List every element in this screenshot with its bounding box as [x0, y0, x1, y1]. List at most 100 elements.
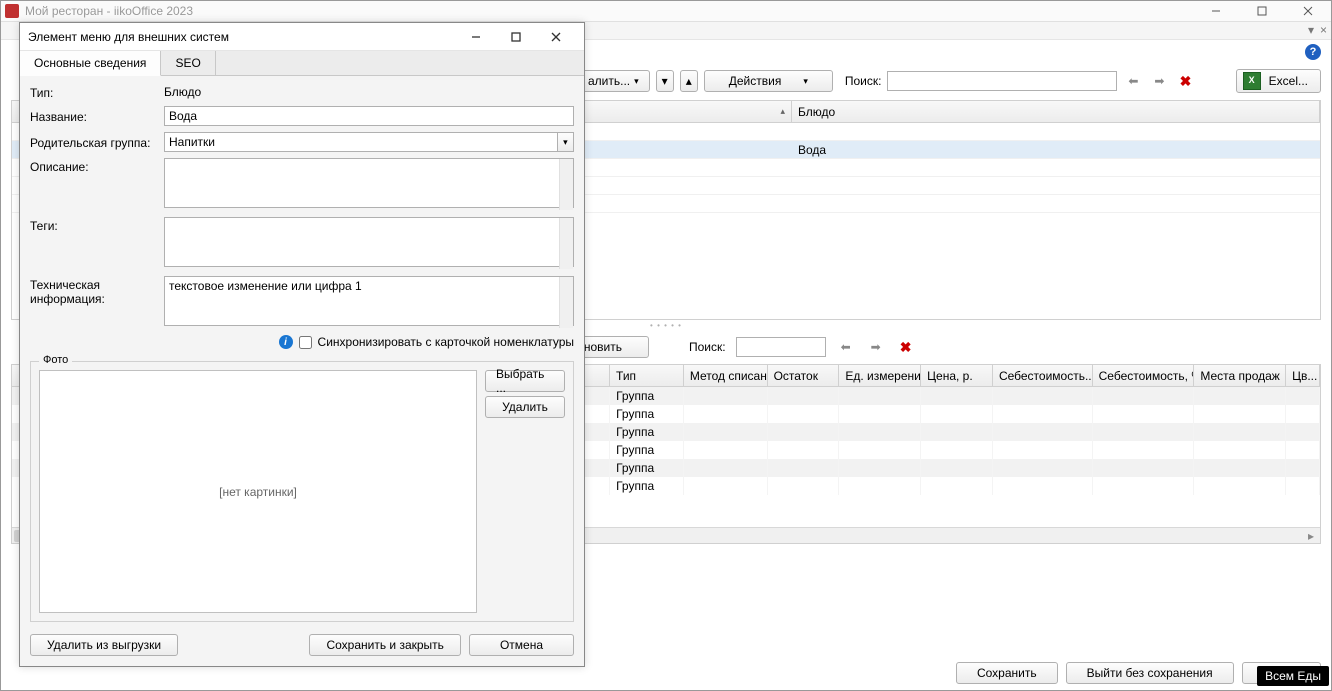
cell — [1286, 387, 1320, 405]
lower-search-input[interactable] — [736, 337, 826, 357]
photo-preview: [нет картинки] — [39, 370, 477, 613]
parent-group-combo[interactable]: ▾ — [164, 132, 574, 152]
parent-group-input[interactable] — [164, 132, 557, 152]
exit-without-saving-button[interactable]: Выйти без сохранения — [1066, 662, 1234, 684]
up-button[interactable]: ▾ — [656, 70, 674, 92]
cell — [993, 387, 1093, 405]
search-next-icon[interactable]: ➡ — [1149, 71, 1169, 91]
down-button[interactable]: ▴ — [680, 70, 698, 92]
actions-button[interactable]: Действия▾ — [704, 70, 833, 92]
cell — [921, 477, 993, 495]
cell — [1194, 477, 1286, 495]
lower-col-header[interactable]: Цена, р. — [921, 365, 993, 386]
chevron-down-icon[interactable]: ▾ — [557, 132, 574, 152]
cell — [993, 477, 1093, 495]
cell — [684, 441, 768, 459]
lower-col-header[interactable]: Остаток — [768, 365, 840, 386]
delete-photo-button[interactable]: Удалить — [485, 396, 565, 418]
search-prev-icon[interactable]: ⬅ — [1123, 71, 1143, 91]
photo-fieldset: Фото [нет картинки] Выбрать ... Удалить — [30, 361, 574, 622]
main-maximize-button[interactable] — [1239, 1, 1285, 21]
tech-info-textarea[interactable] — [164, 276, 574, 326]
modal-maximize-button[interactable] — [496, 24, 536, 50]
lower-col-header[interactable]: Тип — [610, 365, 684, 386]
tags-label: Теги: — [30, 217, 164, 233]
cell — [839, 459, 921, 477]
lower-col-header[interactable]: Метод списания — [684, 365, 768, 386]
modal-minimize-button[interactable] — [456, 24, 496, 50]
description-textarea[interactable] — [164, 158, 574, 208]
cell-type: Группа — [610, 477, 684, 495]
cell-blyudo: Вода — [792, 143, 1320, 157]
cell — [768, 441, 840, 459]
cell-type: Группа — [610, 459, 684, 477]
main-minimize-button[interactable] — [1193, 1, 1239, 21]
remove-from-export-button[interactable]: Удалить из выгрузки — [30, 634, 178, 656]
cell — [921, 441, 993, 459]
cell — [684, 423, 768, 441]
cell — [1194, 387, 1286, 405]
panel-caret-icon[interactable]: ▾ — [1308, 23, 1314, 37]
type-label: Тип: — [30, 84, 164, 100]
name-label: Название: — [30, 108, 164, 124]
textarea-scrollbar[interactable] — [559, 159, 573, 210]
lower-search-prev-icon[interactable]: ⬅ — [836, 337, 856, 357]
lower-search-clear-icon[interactable]: ✖ — [896, 337, 916, 357]
cell — [839, 405, 921, 423]
tech-info-label: Техническая информация: — [30, 276, 164, 306]
tags-textarea[interactable] — [164, 217, 574, 267]
lower-col-header[interactable]: Цв... — [1286, 365, 1320, 386]
lower-search-next-icon[interactable]: ➡ — [866, 337, 886, 357]
lower-col-header[interactable]: Себестоимость, % — [1093, 365, 1195, 386]
lower-col-header[interactable]: Ед. измерения — [839, 365, 921, 386]
search-clear-icon[interactable]: ✖ — [1175, 71, 1195, 91]
cell — [768, 405, 840, 423]
modal-body: Тип: Блюдо Название: Родительская группа… — [20, 76, 584, 357]
cell — [993, 423, 1093, 441]
cell-type: Группа — [610, 405, 684, 423]
name-input[interactable] — [164, 106, 574, 126]
excel-button[interactable]: Excel... — [1236, 69, 1321, 93]
panel-close-icon[interactable]: × — [1320, 23, 1327, 37]
modal-titlebar: Элемент меню для внешних систем — [20, 23, 584, 51]
cell — [1093, 387, 1195, 405]
info-icon[interactable]: i — [279, 335, 293, 349]
cell — [1093, 441, 1195, 459]
modal-close-button[interactable] — [536, 24, 576, 50]
help-icon[interactable]: ? — [1305, 44, 1321, 60]
cell — [993, 459, 1093, 477]
cell — [684, 405, 768, 423]
cell — [1093, 459, 1195, 477]
tab-main[interactable]: Основные сведения — [20, 51, 161, 76]
cell — [993, 441, 1093, 459]
cell — [1286, 423, 1320, 441]
cell — [1286, 405, 1320, 423]
upper-col-blyudo[interactable]: Блюдо — [792, 101, 1320, 122]
cell — [684, 459, 768, 477]
search-label: Поиск: — [845, 74, 882, 88]
modal-tabs: Основные сведения SEO — [20, 51, 584, 76]
choose-photo-button[interactable]: Выбрать ... — [485, 370, 565, 392]
badge: Всем Еды — [1257, 666, 1329, 686]
cell — [993, 405, 1093, 423]
lower-col-header[interactable]: Себестоимость... — [993, 365, 1093, 386]
cell-type: Группа — [610, 441, 684, 459]
cancel-button[interactable]: Отмена — [469, 634, 574, 656]
save-button[interactable]: Сохранить — [956, 662, 1058, 684]
cell — [684, 477, 768, 495]
textarea-scrollbar[interactable] — [559, 277, 573, 328]
lower-col-header[interactable]: Места продаж — [1194, 365, 1286, 386]
scrollbar-arrow-right-icon[interactable]: ▸ — [1304, 529, 1318, 543]
type-value: Блюдо — [164, 85, 574, 99]
no-image-text: [нет картинки] — [219, 485, 297, 499]
sync-checkbox[interactable] — [299, 336, 312, 349]
textarea-scrollbar[interactable] — [559, 218, 573, 269]
main-close-button[interactable] — [1285, 1, 1331, 21]
cell — [768, 387, 840, 405]
delete-button-partial[interactable]: алить...▾ — [577, 70, 650, 92]
modal-title: Элемент меню для внешних систем — [28, 30, 456, 44]
search-input[interactable] — [887, 71, 1117, 91]
tab-seo[interactable]: SEO — [161, 51, 215, 75]
cell — [768, 459, 840, 477]
save-and-close-button[interactable]: Сохранить и закрыть — [309, 634, 460, 656]
